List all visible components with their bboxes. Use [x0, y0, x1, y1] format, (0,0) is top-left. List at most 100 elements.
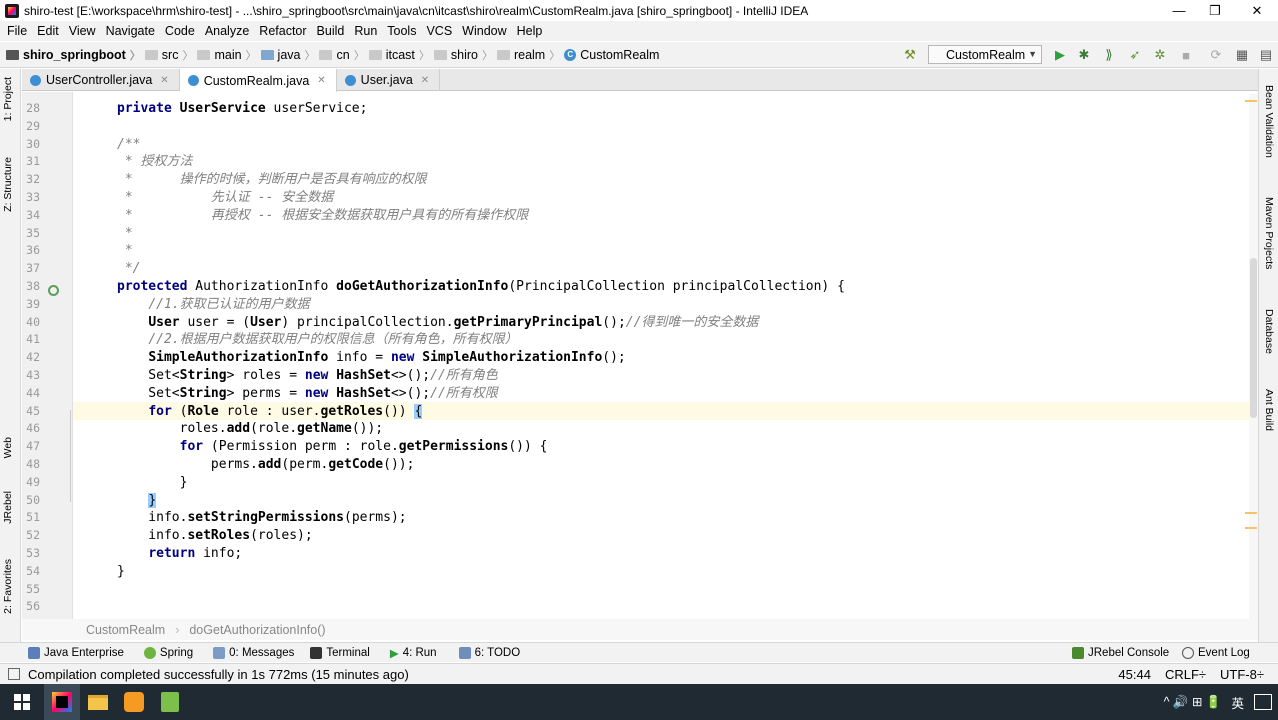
- line-number[interactable]: 44: [22, 386, 40, 400]
- tool-run[interactable]: ▶ 4: Run: [390, 646, 437, 660]
- coverage-icon[interactable]: ⟫: [1101, 47, 1117, 63]
- code-line[interactable]: * 再授权 -- 根据安全数据获取用户具有的所有操作权限: [117, 207, 528, 225]
- menu-tools[interactable]: Tools: [382, 24, 421, 38]
- notification-icon[interactable]: [1254, 694, 1272, 710]
- code-line[interactable]: for (Permission perm : role.getPermissio…: [117, 438, 548, 456]
- line-number[interactable]: 39: [22, 297, 40, 311]
- line-number[interactable]: 51: [22, 510, 40, 524]
- line-number[interactable]: 41: [22, 332, 40, 346]
- code-line[interactable]: *: [117, 242, 133, 260]
- jrebel-debug-icon[interactable]: ✲: [1152, 47, 1168, 63]
- warning-marker[interactable]: [1245, 512, 1257, 514]
- maximize-button[interactable]: ❐: [1194, 0, 1236, 21]
- code-line[interactable]: Set<String> perms = new HashSet<>();//所有…: [117, 385, 497, 403]
- line-number[interactable]: 36: [22, 243, 40, 257]
- line-number[interactable]: 28: [22, 101, 40, 115]
- line-number[interactable]: 46: [22, 421, 40, 435]
- code-line[interactable]: for (Role role : user.getRoles()) {: [117, 403, 423, 421]
- menu-analyze[interactable]: Analyze: [200, 24, 254, 38]
- override-marker-icon[interactable]: [48, 285, 59, 296]
- menu-vcs[interactable]: VCS: [421, 24, 457, 38]
- footer-crumb-class[interactable]: CustomRealm: [86, 623, 165, 637]
- file-encoding[interactable]: UTF-8÷: [1220, 667, 1264, 682]
- line-number[interactable]: 56: [22, 599, 40, 613]
- menu-edit[interactable]: Edit: [32, 24, 64, 38]
- notepad-icon[interactable]: [152, 684, 188, 720]
- windows-start-icon[interactable]: [0, 684, 44, 720]
- line-number[interactable]: 52: [22, 528, 40, 542]
- tool-event-log[interactable]: Event Log: [1182, 646, 1250, 659]
- code-line[interactable]: * 操作的时候，判断用户是否具有响应的权限: [117, 171, 427, 189]
- run-icon[interactable]: ▶: [1052, 47, 1068, 63]
- jrebel-run-icon[interactable]: ➶: [1127, 47, 1143, 63]
- menu-file[interactable]: File: [2, 24, 32, 38]
- code-line[interactable]: *: [117, 225, 133, 243]
- footer-crumb-method[interactable]: doGetAuthorizationInfo(): [189, 623, 325, 637]
- code-line[interactable]: * 授权方法: [117, 153, 193, 171]
- close-tab-icon[interactable]: ✕: [160, 75, 168, 86]
- stop-icon[interactable]: ■: [1178, 47, 1194, 63]
- line-number[interactable]: 47: [22, 439, 40, 453]
- tool-todo[interactable]: 6: TODO: [458, 646, 520, 659]
- breadcrumb-class[interactable]: C CustomRealm: [564, 48, 659, 62]
- breadcrumb-src[interactable]: src 〉: [144, 47, 193, 63]
- tray-icons[interactable]: ^ 🔊 ⊞ 🔋: [1164, 694, 1222, 710]
- line-number[interactable]: 38: [22, 279, 40, 293]
- line-number[interactable]: 42: [22, 350, 40, 364]
- breadcrumb-project[interactable]: shiro_springboot 〉: [6, 47, 141, 63]
- breadcrumb-shiro[interactable]: shiro 〉: [433, 47, 493, 63]
- code-line[interactable]: return info;: [117, 545, 242, 563]
- menu-run[interactable]: Run: [349, 24, 382, 38]
- code-line[interactable]: }: [117, 474, 188, 492]
- line-number[interactable]: 50: [22, 493, 40, 507]
- browser-icon[interactable]: [116, 684, 152, 720]
- code-line[interactable]: * 先认证 -- 安全数据: [117, 189, 333, 207]
- code-line[interactable]: private UserService userService;: [117, 100, 367, 118]
- close-button[interactable]: ✕: [1236, 0, 1278, 21]
- structure-tool-tab[interactable]: Z: Structure: [2, 157, 14, 212]
- tool-java-enterprise[interactable]: Java Enterprise: [28, 646, 124, 659]
- line-number[interactable]: 55: [22, 582, 40, 596]
- line-number[interactable]: 54: [22, 564, 40, 578]
- menu-window[interactable]: Window: [457, 24, 511, 38]
- file-explorer-icon[interactable]: [80, 684, 116, 720]
- line-number[interactable]: 34: [22, 208, 40, 222]
- database-tool-tab[interactable]: Database: [1263, 309, 1275, 354]
- line-number[interactable]: 53: [22, 546, 40, 560]
- breadcrumb-java[interactable]: java 〉: [260, 47, 315, 63]
- line-number[interactable]: 45: [22, 404, 40, 418]
- sync-icon[interactable]: ⟳: [1208, 47, 1224, 63]
- code-line[interactable]: protected AuthorizationInfo doGetAuthori…: [117, 278, 845, 296]
- menu-view[interactable]: View: [64, 24, 101, 38]
- warning-marker[interactable]: [1245, 100, 1257, 102]
- tab-custom-realm[interactable]: CustomRealm.java ✕: [179, 69, 337, 92]
- code-line[interactable]: */: [117, 260, 141, 278]
- line-number[interactable]: 30: [22, 137, 40, 151]
- code-line[interactable]: perms.add(perm.getCode());: [117, 456, 415, 474]
- tab-user[interactable]: User.java ✕: [337, 69, 441, 91]
- editor-scrollbar-thumb[interactable]: [1250, 258, 1257, 418]
- tool-terminal[interactable]: Terminal: [310, 646, 370, 659]
- menu-build[interactable]: Build: [312, 24, 350, 38]
- breadcrumb-realm[interactable]: realm 〉: [496, 47, 560, 63]
- menu-refactor[interactable]: Refactor: [254, 24, 311, 38]
- web-tool-tab[interactable]: Web: [2, 437, 14, 458]
- line-number[interactable]: 35: [22, 226, 40, 240]
- line-separator[interactable]: CRLF÷: [1165, 667, 1206, 682]
- code-line[interactable]: }: [117, 492, 157, 510]
- close-tab-icon[interactable]: ✕: [317, 75, 325, 86]
- tool-window-toggle-icon[interactable]: [8, 668, 20, 680]
- code-line[interactable]: //2.根据用户数据获取用户的权限信息（所有角色，所有权限）: [117, 331, 517, 349]
- code-line[interactable]: info.setStringPermissions(perms);: [117, 509, 406, 527]
- ant-build-tool-tab[interactable]: Ant Build: [1263, 389, 1275, 431]
- tab-user-controller[interactable]: UserController.java ✕: [22, 69, 180, 91]
- code-line[interactable]: /**: [117, 136, 140, 154]
- line-number[interactable]: 37: [22, 261, 40, 275]
- warning-marker[interactable]: [1245, 527, 1257, 529]
- menu-help[interactable]: Help: [512, 24, 548, 38]
- breadcrumb-cn[interactable]: cn 〉: [319, 47, 365, 63]
- close-tab-icon[interactable]: ✕: [421, 75, 429, 86]
- menu-code[interactable]: Code: [160, 24, 200, 38]
- line-number[interactable]: 29: [22, 119, 40, 133]
- line-number[interactable]: 32: [22, 172, 40, 186]
